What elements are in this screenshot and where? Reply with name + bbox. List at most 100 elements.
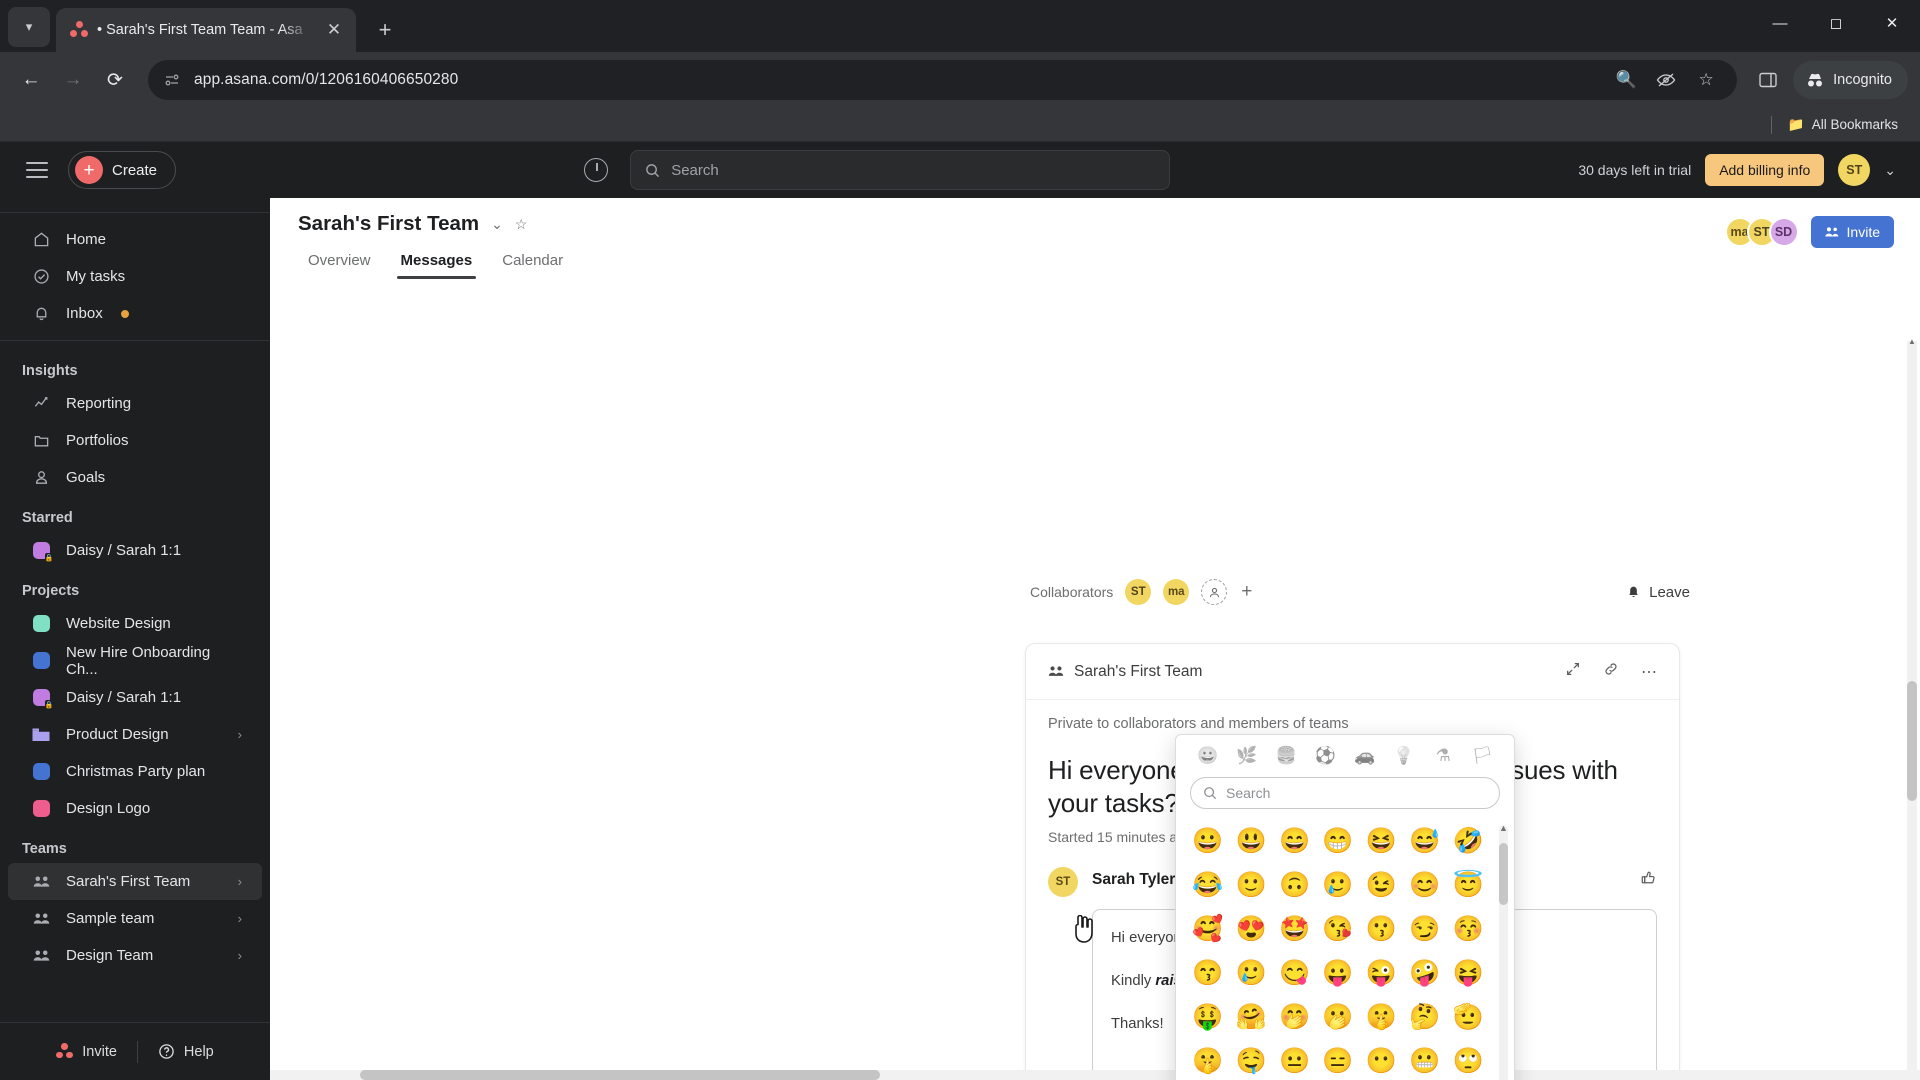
emoji-cell[interactable]: 🤭	[1273, 995, 1316, 1039]
emoji-cell[interactable]: 😝	[1447, 951, 1490, 995]
objects-category-icon[interactable]: 💡	[1391, 743, 1417, 769]
address-bar[interactable]: app.asana.com/0/1206160406650280 🔍 ☆	[148, 60, 1738, 100]
collaborator-avatar[interactable]: ma	[1163, 579, 1190, 605]
invite-button[interactable]: Invite	[56, 1043, 117, 1060]
reload-button[interactable]: ⟳	[96, 61, 134, 99]
link-icon[interactable]	[1603, 661, 1619, 682]
activity-category-icon[interactable]: ⚽	[1312, 743, 1338, 769]
scrollbar-thumb[interactable]	[360, 1070, 880, 1080]
emoji-cell[interactable]: 🙂	[1229, 863, 1272, 907]
create-button[interactable]: + Create	[68, 151, 177, 189]
sidebar-item-my-tasks[interactable]: My tasks	[8, 258, 262, 295]
emoji-cell[interactable]: 🫡	[1447, 995, 1490, 1039]
emoji-cell[interactable]: 🤫	[1360, 995, 1403, 1039]
browser-tab[interactable]: • Sarah's First Team Team - Asa ✕	[56, 8, 356, 52]
emoji-cell[interactable]: 😇	[1447, 863, 1490, 907]
emoji-cell[interactable]: 🙄	[1447, 1039, 1490, 1080]
horizontal-scrollbar[interactable]	[270, 1070, 1920, 1080]
emoji-cell[interactable]: 🫢	[1316, 995, 1359, 1039]
recents-button[interactable]	[584, 158, 609, 182]
emoji-cell[interactable]: 🤑	[1186, 995, 1229, 1039]
like-icon[interactable]	[1640, 869, 1657, 891]
emoji-cell[interactable]: 🤣	[1447, 819, 1490, 863]
emoji-cell[interactable]: 🤪	[1403, 951, 1446, 995]
sidebar-item-design-logo[interactable]: Design Logo	[8, 790, 262, 827]
sidebar-item-christmas-party-plan[interactable]: Christmas Party plan	[8, 753, 262, 790]
add-collaborator-avatar-icon[interactable]	[1201, 579, 1228, 605]
star-icon[interactable]: ☆	[515, 216, 528, 233]
emoji-cell[interactable]: 😑	[1316, 1039, 1359, 1080]
emoji-cell[interactable]: 😃	[1229, 819, 1272, 863]
sidebar-item-portfolios[interactable]: Portfolios	[8, 422, 262, 459]
emoji-cell[interactable]: 🤫	[1186, 1039, 1229, 1080]
forward-button[interactable]: →	[54, 61, 92, 99]
emoji-cell[interactable]: 😁	[1316, 819, 1359, 863]
emoji-cell[interactable]: 😛	[1316, 951, 1359, 995]
sidebar-item-daisy-sarah[interactable]: 🔒 Daisy / Sarah 1:1	[8, 679, 262, 716]
emoji-scrollbar[interactable]: ▲ ▼	[1499, 823, 1508, 1080]
sidebar-item-new-hire-onboarding[interactable]: New Hire Onboarding Ch...	[8, 642, 262, 679]
emoji-cell[interactable]: 😉	[1360, 863, 1403, 907]
emoji-cell[interactable]: 🤗	[1229, 995, 1272, 1039]
smileys-category-icon[interactable]: 😀	[1195, 743, 1221, 769]
back-button[interactable]: ←	[12, 61, 50, 99]
emoji-cell[interactable]: 😂	[1186, 863, 1229, 907]
add-collaborator-button[interactable]: +	[1241, 581, 1252, 603]
sidebar-item-reporting[interactable]: Reporting	[8, 385, 262, 422]
scrollbar-thumb[interactable]	[1499, 843, 1508, 905]
chevron-right-icon[interactable]: ›	[238, 911, 242, 926]
emoji-cell[interactable]: 😙	[1186, 951, 1229, 995]
emoji-grid[interactable]: 😀 😃 😄 😁 😆 😅 🤣 😂 🙂 🙃 🥲 😉 😊 😇 🥰 😍 🤩 😘 😗 😏 😚 😙 🥲 😋 😛 😜 🤪 😝 🤑 🤗 🤭 🫢 🤫 🤔 🫡 🤫 🤤 😐 😑 😶…	[1186, 819, 1490, 1080]
bookmark-star-icon[interactable]: ☆	[1693, 67, 1719, 93]
sidebar-item-home[interactable]: Home	[8, 221, 262, 258]
sidebar-item-starred-daisy-sarah[interactable]: 🔒 Daisy / Sarah 1:1	[8, 532, 262, 569]
chevron-down-icon[interactable]: ⌄	[491, 216, 503, 233]
invite-button[interactable]: Invite	[1810, 216, 1894, 248]
emoji-search-input[interactable]: Search	[1190, 777, 1500, 809]
zoom-icon[interactable]: 🔍	[1613, 67, 1639, 93]
tab-overview[interactable]: Overview	[298, 248, 381, 279]
emoji-cell[interactable]: 😘	[1316, 907, 1359, 951]
eye-off-icon[interactable]	[1653, 67, 1679, 93]
emoji-cell[interactable]: 😐	[1273, 1039, 1316, 1080]
all-bookmarks-button[interactable]: 📁 All Bookmarks	[1788, 117, 1898, 133]
chevron-right-icon[interactable]: ›	[238, 948, 242, 963]
chevron-right-icon[interactable]: ›	[238, 874, 242, 889]
avatar[interactable]: SD	[1768, 217, 1799, 247]
avatar[interactable]: ST	[1048, 866, 1078, 897]
emoji-cell[interactable]: 😀	[1186, 819, 1229, 863]
tab-calendar[interactable]: Calendar	[492, 248, 573, 279]
emoji-cell[interactable]: 😄	[1273, 819, 1316, 863]
tab-messages[interactable]: Messages	[391, 248, 483, 279]
emoji-cell[interactable]: 😍	[1229, 907, 1272, 951]
scrollbar-thumb[interactable]	[1907, 681, 1917, 801]
emoji-cell[interactable]: 🥲	[1229, 951, 1272, 995]
more-options-icon[interactable]: ⋯	[1641, 662, 1657, 682]
emoji-cell[interactable]: 😜	[1360, 951, 1403, 995]
sidebar-item-sarahs-first-team[interactable]: Sarah's First Team ›	[8, 863, 262, 900]
emoji-cell[interactable]: 🤩	[1273, 907, 1316, 951]
sidebar-item-design-team[interactable]: Design Team ›	[8, 937, 262, 974]
search-input[interactable]: Search	[630, 150, 1171, 190]
sidebar-item-website-design[interactable]: Website Design	[8, 605, 262, 642]
maximize-button[interactable]: ◻	[1808, 0, 1864, 46]
emoji-cell[interactable]: 😚	[1447, 907, 1490, 951]
emoji-cell[interactable]: 😶	[1360, 1039, 1403, 1080]
flags-category-icon[interactable]: 🏳	[1469, 743, 1495, 769]
menu-icon[interactable]	[26, 162, 48, 178]
site-info-icon[interactable]	[162, 70, 182, 90]
scroll-up-arrow-icon[interactable]: ▲	[1499, 823, 1508, 833]
emoji-cell[interactable]: 🤔	[1403, 995, 1446, 1039]
emoji-cell[interactable]: 😏	[1403, 907, 1446, 951]
user-avatar[interactable]: ST	[1838, 154, 1871, 186]
scroll-up-arrow-icon[interactable]: ▲	[1907, 337, 1917, 346]
emoji-cell[interactable]: 😬	[1403, 1039, 1446, 1080]
sidebar-item-product-design[interactable]: Product Design ›	[8, 716, 262, 753]
travel-category-icon[interactable]: 🚗	[1352, 743, 1378, 769]
food-category-icon[interactable]: 🍔	[1273, 743, 1299, 769]
symbols-category-icon[interactable]: ⚗	[1430, 743, 1456, 769]
emoji-cell[interactable]: 🥲	[1316, 863, 1359, 907]
nature-category-icon[interactable]: 🌿	[1234, 743, 1260, 769]
sidebar-item-inbox[interactable]: Inbox	[8, 295, 262, 332]
emoji-grid-container[interactable]: 😀 😃 😄 😁 😆 😅 🤣 😂 🙂 🙃 🥲 😉 😊 😇 🥰 😍 🤩 😘 😗 😏 😚 😙 🥲 😋 😛 😜 🤪 😝 🤑 🤗 🤭 🫢 🤫 🤔 🫡 🤫 🤤 😐 😑 😶…	[1176, 819, 1514, 1080]
